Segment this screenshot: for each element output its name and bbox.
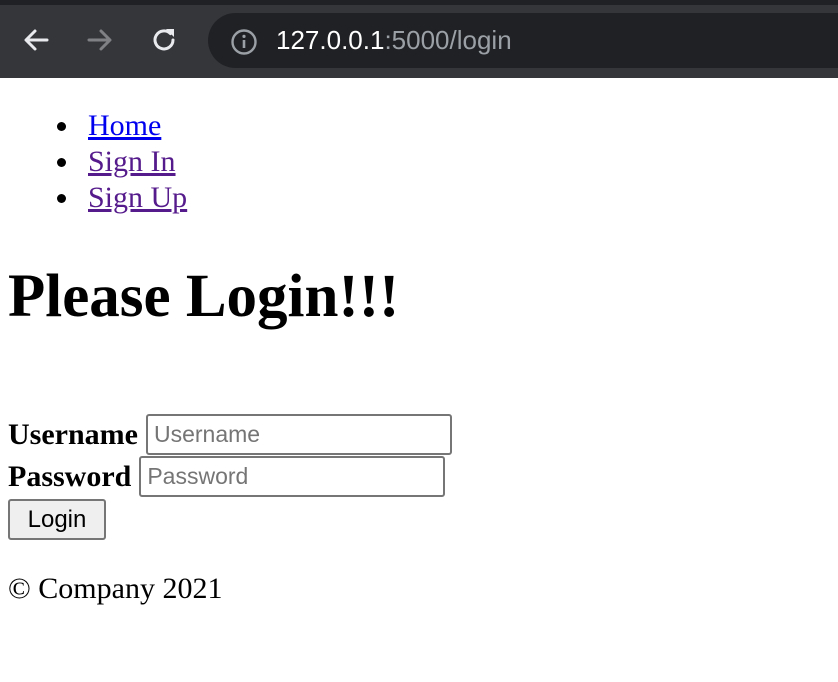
page-title: Please Login!!! [8, 263, 400, 330]
nav-item-sign-in: Sign In [56, 144, 187, 180]
nav-item-home: Home [56, 108, 187, 144]
login-button[interactable]: Login [8, 499, 106, 540]
sign-in-link[interactable]: Sign In [88, 145, 176, 178]
page-content: Home Sign In Sign Up Please Login!!! Use… [0, 78, 838, 682]
password-input[interactable] [139, 456, 446, 497]
footer-text: © Company 2021 [8, 572, 223, 605]
username-input[interactable] [145, 414, 452, 455]
browser-toolbar: 127.0.0.1:5000/login [0, 0, 838, 78]
username-label: Username [8, 417, 138, 451]
forward-button[interactable] [82, 22, 118, 58]
back-arrow-icon [24, 29, 49, 51]
nav-list: Home Sign In Sign Up [56, 108, 187, 216]
url-path: :5000/login [384, 25, 512, 55]
back-button[interactable] [18, 22, 54, 58]
reload-icon [153, 29, 175, 51]
nav-item-sign-up: Sign Up [56, 180, 187, 216]
tab-strip-edge [0, 0, 838, 5]
info-icon[interactable] [230, 28, 258, 56]
url-text[interactable]: 127.0.0.1:5000/login [276, 22, 512, 58]
username-row: Username [8, 414, 452, 455]
password-label: Password [8, 459, 132, 493]
password-row: Password [8, 456, 446, 497]
forward-arrow-icon [87, 29, 112, 51]
reload-button[interactable] [146, 22, 182, 58]
url-host: 127.0.0.1 [276, 25, 385, 55]
sign-up-link[interactable]: Sign Up [88, 181, 187, 214]
home-link[interactable]: Home [88, 109, 161, 142]
